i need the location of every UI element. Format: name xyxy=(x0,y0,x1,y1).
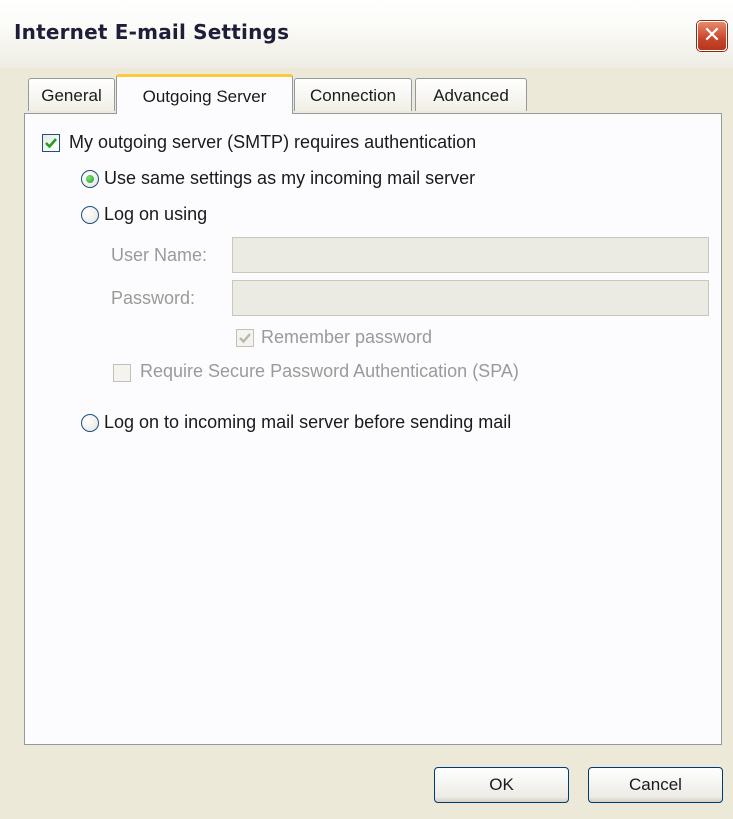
log-on-incoming-radio[interactable] xyxy=(81,414,99,432)
tab-connection[interactable]: Connection xyxy=(294,78,412,111)
remember-password-checkbox[interactable] xyxy=(236,329,254,347)
close-button[interactable]: ✕ xyxy=(697,21,727,51)
cancel-button[interactable]: Cancel xyxy=(588,767,723,803)
user-name-field[interactable] xyxy=(232,237,709,273)
title-bar[interactable]: Internet E-mail Settings ✕ xyxy=(0,0,733,68)
password-field[interactable] xyxy=(232,280,709,316)
user-name-label: User Name: xyxy=(111,245,208,265)
checkmark-icon xyxy=(239,333,251,344)
close-icon: ✕ xyxy=(702,23,722,48)
spa-checkbox[interactable] xyxy=(113,364,131,382)
same-settings-label: Use same settings as my incoming mail se… xyxy=(104,168,476,188)
password-label: Password: xyxy=(111,288,196,308)
tab-advanced[interactable]: Advanced xyxy=(415,78,527,111)
log-on-using-radio[interactable] xyxy=(81,206,99,224)
smtp-auth-label: My outgoing server (SMTP) requires authe… xyxy=(69,132,477,152)
spa-label: Require Secure Password Authentication (… xyxy=(140,361,519,381)
same-settings-radio[interactable] xyxy=(81,170,99,188)
remember-password-label: Remember password xyxy=(261,327,433,347)
outgoing-server-panel: My outgoing server (SMTP) requires authe… xyxy=(24,113,722,745)
log-on-using-label: Log on using xyxy=(104,204,208,224)
ok-button[interactable]: OK xyxy=(434,767,569,803)
tab-outgoing-server[interactable]: Outgoing Server xyxy=(116,74,293,114)
smtp-auth-checkbox[interactable] xyxy=(42,134,60,152)
internet-email-settings-dialog: Internet E-mail Settings ✕ General Outgo… xyxy=(0,0,733,819)
log-on-incoming-label: Log on to incoming mail server before se… xyxy=(104,412,512,432)
radio-selected-dot xyxy=(86,175,94,183)
dialog-title: Internet E-mail Settings xyxy=(14,20,290,44)
checkmark-icon xyxy=(45,138,57,149)
tab-general[interactable]: General xyxy=(28,78,115,111)
